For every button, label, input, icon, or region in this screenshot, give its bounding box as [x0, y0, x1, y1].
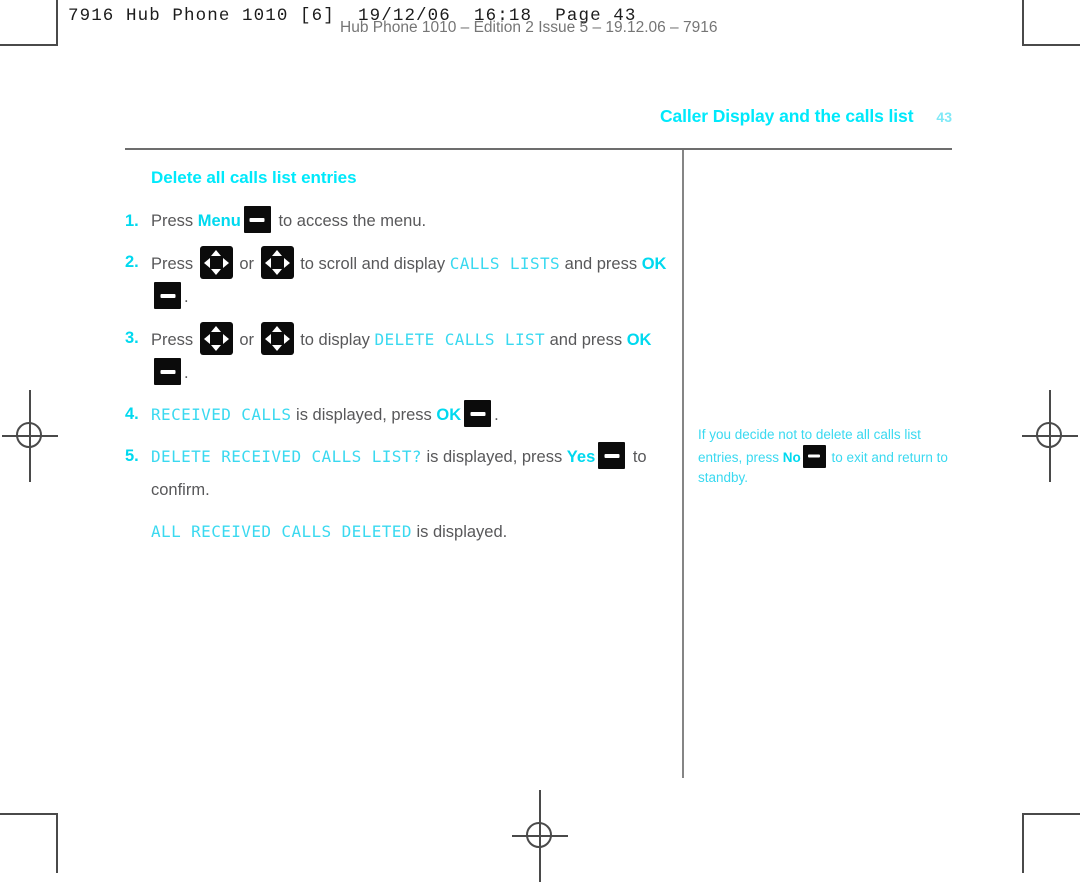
step-number: 1.: [125, 212, 139, 230]
emphasis-label: OK: [626, 331, 652, 349]
section-heading: Delete all calls list entries: [151, 168, 357, 187]
nav-arrow-up: [211, 326, 222, 332]
emphasis-label: Yes: [566, 448, 596, 466]
key-bar-glyph: [604, 453, 620, 458]
lcd-display-text: CALLS LISTS: [449, 254, 561, 273]
lcd-display-text: ALL RECEIVED CALLS DELETED: [151, 522, 412, 541]
ghosted-footer-line: Hub Phone 1010 – Edition 2 Issue 5 – 19.…: [340, 19, 718, 36]
page-number: 43: [936, 109, 952, 125]
key-bar-glyph: [160, 293, 175, 298]
nav-arrow-rt: [283, 257, 290, 268]
lcd-display-text: DELETE CALLS LIST: [374, 330, 546, 349]
registration-mark-left: [2, 390, 58, 482]
nav-arrow-dn: [272, 345, 283, 351]
step-number: 2.: [125, 253, 139, 271]
nav-arrow-lf: [264, 333, 271, 344]
emphasis-label: OK: [436, 406, 462, 424]
registration-mark-bottom-center: [512, 790, 568, 882]
nav-key-icon: [199, 246, 233, 279]
lcd-display-text: DELETE RECEIVED CALLS LIST?: [151, 447, 422, 466]
flat-key-icon: [802, 444, 826, 468]
nav-arrow-lf: [203, 333, 210, 344]
nav-arrow-rt: [222, 257, 229, 268]
step-number: 3.: [125, 329, 139, 347]
step-item: 3. Press or to display DELETE CALLS LIST …: [125, 322, 673, 390]
registration-mark-right: [1022, 390, 1078, 482]
nav-key-icon: [260, 322, 294, 355]
column-divider-rule: [682, 150, 684, 778]
crop-mark-bottom-left: [0, 813, 58, 873]
emphasis-label: No: [782, 449, 801, 465]
nav-key-icon: [260, 246, 294, 279]
step-text: Press or to scroll and display CALLS LIS…: [151, 246, 667, 309]
key-bar-glyph: [160, 369, 175, 374]
nav-arrow-lf: [203, 257, 210, 268]
nav-arrow-dn: [211, 345, 222, 351]
nav-key-icon: [199, 322, 233, 355]
header-rule: [125, 148, 952, 150]
nav-arrow-up: [272, 326, 283, 332]
emphasis-label: OK: [641, 255, 667, 273]
step-item: 5. DELETE RECEIVED CALLS LIST? is display…: [125, 440, 673, 507]
step-item: 4. RECEIVED CALLS is displayed, press OK.: [125, 398, 673, 432]
step-item: 2. Press or to scroll and display CALLS L…: [125, 246, 673, 314]
step-text: Press Menu to access the menu.: [151, 206, 426, 233]
running-head: Caller Display and the calls list 43: [660, 106, 952, 127]
scanned-manual-page: 7916 Hub Phone 1010 [6] 19/12/06 16:18 P…: [0, 0, 1080, 882]
crop-mark-bottom-right: [1022, 813, 1080, 873]
flat-key-icon: [243, 206, 271, 233]
lcd-display-text: RECEIVED CALLS: [151, 405, 292, 424]
step-text: RECEIVED CALLS is displayed, press OK.: [151, 400, 499, 427]
side-note: If you decide not to delete all calls li…: [698, 427, 948, 485]
nav-arrow-rt: [283, 333, 290, 344]
step-number: 4.: [125, 405, 139, 423]
nav-arrow-up: [272, 250, 283, 256]
step-item: 1. Press Menu to access the menu.: [125, 205, 673, 238]
crop-mark-top-left: [0, 0, 58, 46]
nav-arrow-lf: [264, 257, 271, 268]
step-text: DELETE RECEIVED CALLS LIST? is displayed…: [151, 442, 647, 499]
nav-arrow-dn: [272, 269, 283, 275]
key-bar-glyph: [470, 411, 486, 416]
step-number: 5.: [125, 447, 139, 465]
key-bar-glyph: [249, 217, 265, 222]
flat-key-icon: [154, 358, 181, 385]
nav-arrow-up: [211, 250, 222, 256]
closing-result-line: ALL RECEIVED CALLS DELETED is displayed.: [151, 522, 508, 541]
key-bar-glyph: [808, 454, 821, 458]
flat-key-icon: [598, 442, 626, 469]
nav-arrow-dn: [211, 269, 222, 275]
step-text: Press or to display DELETE CALLS LIST an…: [151, 322, 652, 385]
crop-mark-top-right: [1022, 0, 1080, 46]
nav-arrow-rt: [222, 333, 229, 344]
flat-key-icon: [464, 400, 492, 427]
main-text-column: Delete all calls list entries 1. Press Me…: [125, 168, 673, 557]
flat-key-icon: [154, 282, 181, 309]
running-head-title: Caller Display and the calls list: [659, 106, 914, 126]
numbered-step-list: 1. Press Menu to access the menu. 2. Press …: [125, 205, 673, 507]
emphasis-label: Menu: [197, 212, 241, 230]
